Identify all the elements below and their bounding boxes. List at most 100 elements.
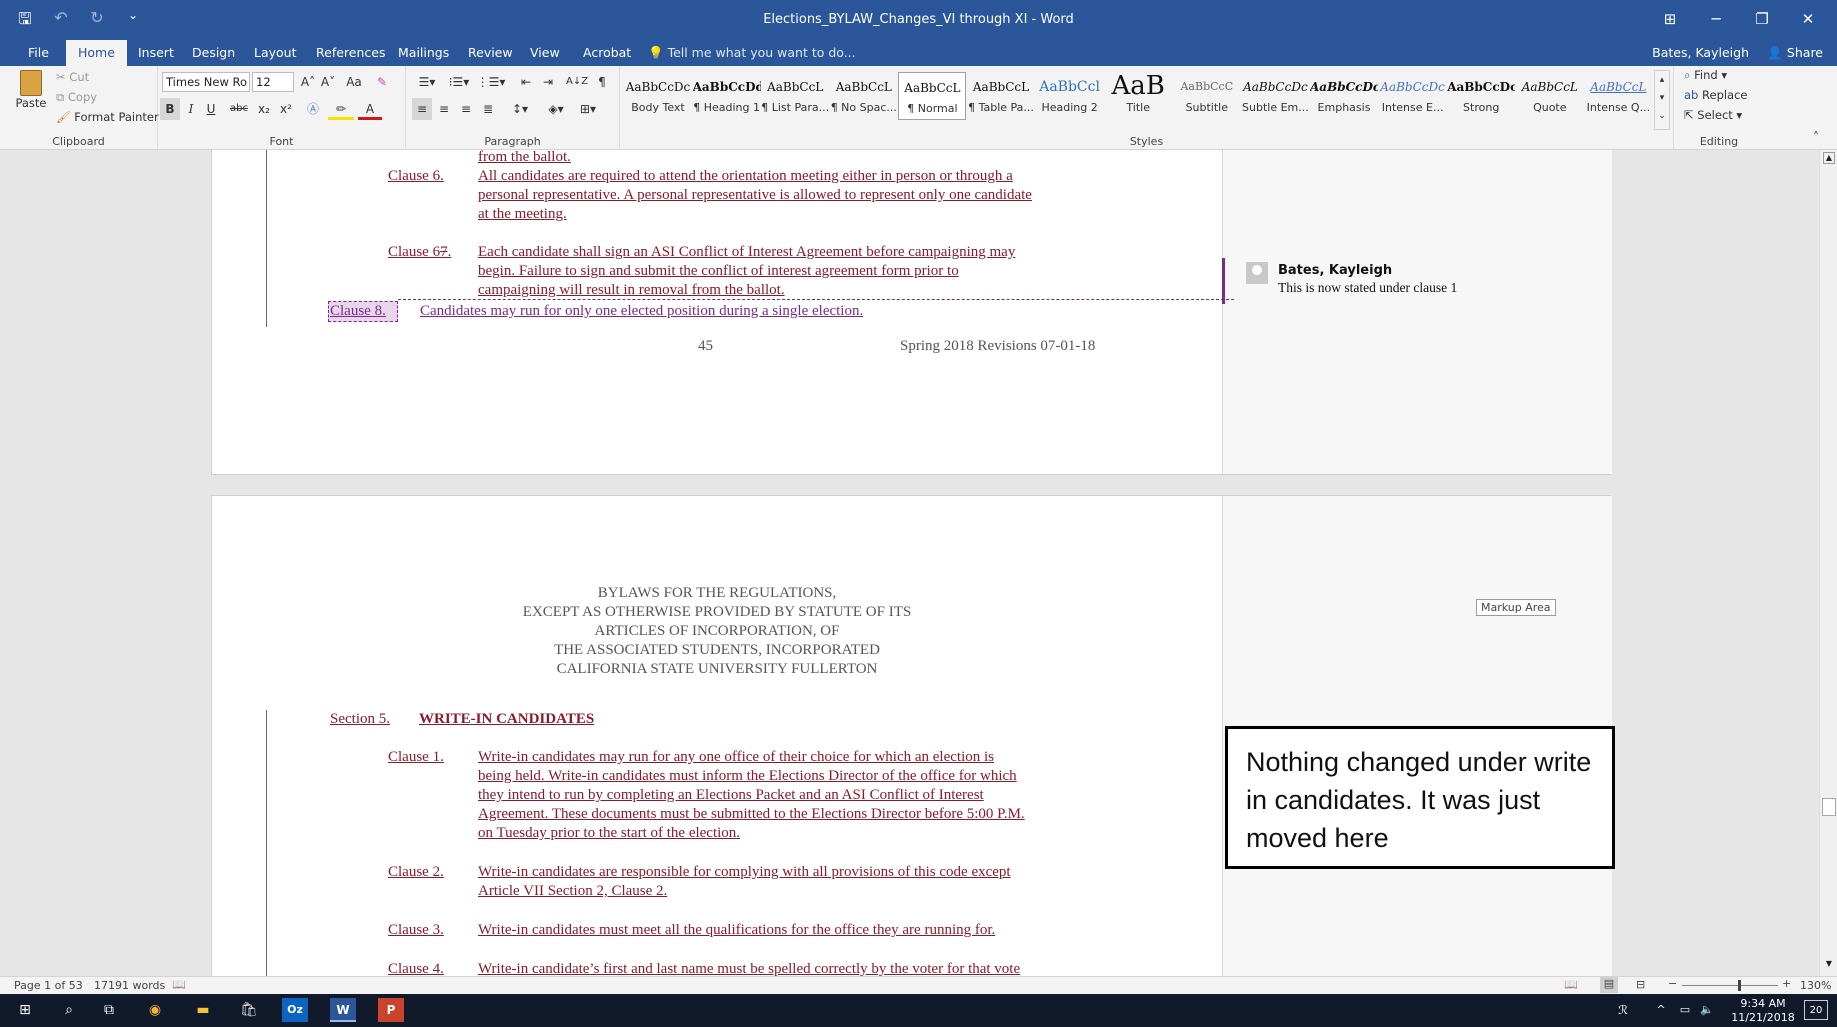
italic-button[interactable]: I <box>182 98 200 120</box>
style-tile[interactable]: AaBbCcL ¶ No Spac... <box>830 72 898 120</box>
tab-home[interactable]: Home <box>66 40 127 66</box>
file-explorer-icon[interactable]: ▬ <box>190 998 216 1022</box>
increase-indent-icon[interactable]: ⇥ <box>538 71 558 93</box>
proofing-icon[interactable]: 📖 <box>172 978 186 991</box>
find-button[interactable]: ⌕ Find ▾ <box>1684 68 1727 83</box>
sort-button[interactable]: A↓Z <box>566 71 588 93</box>
read-mode-icon[interactable]: 📖 <box>1564 978 1578 991</box>
vertical-scrollbar[interactable]: ▲ ▼ <box>1819 150 1837 976</box>
system-clock[interactable]: 9:34 AM 11/21/2018 <box>1728 997 1798 1025</box>
style-tile[interactable]: AaBbCcl Heading 2 <box>1036 72 1104 120</box>
style-tile[interactable]: AaBbCcL Quote <box>1516 72 1584 120</box>
zoom-slider-thumb[interactable] <box>1737 980 1741 991</box>
change-case-button[interactable]: Aa <box>342 71 366 93</box>
style-tile[interactable]: AaB Title <box>1104 72 1172 120</box>
style-tile[interactable]: AaBbCcDd ¶ Heading 1 <box>693 72 761 120</box>
style-tile[interactable]: AaBbCcL ¶ List Para... <box>761 72 829 120</box>
align-left-icon[interactable]: ≡ <box>412 98 432 120</box>
user-account[interactable]: Bates, Kayleigh <box>1652 40 1749 66</box>
tab-insert[interactable]: Insert <box>126 40 186 66</box>
font-color-button[interactable]: A <box>358 98 382 120</box>
web-layout-icon[interactable]: ⊟ <box>1636 978 1645 991</box>
action-center-icon[interactable]: 20 <box>1804 1000 1828 1020</box>
scroll-down-arrow[interactable]: ▼ <box>1823 958 1835 970</box>
tab-mailings[interactable]: Mailings <box>386 40 461 66</box>
people-icon[interactable]: ℛ <box>1610 998 1636 1022</box>
chrome-icon[interactable]: ◉ <box>142 998 168 1022</box>
style-tile[interactable]: AaBbCcDc Strong <box>1447 72 1515 120</box>
document-page-45[interactable]: from the ballot. Clause 6. All candidate… <box>211 150 1612 475</box>
shrink-font-button[interactable]: A˅ <box>318 71 338 93</box>
outlook-icon[interactable]: Oz <box>282 998 308 1022</box>
tab-layout[interactable]: Layout <box>242 40 309 66</box>
scroll-up-arrow[interactable]: ▲ <box>1823 152 1835 164</box>
comment-balloon[interactable]: Bates, Kayleigh This is now stated under… <box>1222 258 1612 304</box>
document-page-46[interactable]: BYLAWS FOR THE REGULATIONS, EXCEPT AS OT… <box>211 495 1615 976</box>
text-effects-icon[interactable]: Ⓐ <box>302 98 324 120</box>
word-icon[interactable]: W <box>330 998 356 1022</box>
style-tile[interactable]: AaBbCcDc Body Text <box>624 72 692 120</box>
word-count[interactable]: 17191 words <box>94 979 165 992</box>
cut-button[interactable]: ✂ Cut <box>56 70 89 84</box>
replace-button[interactable]: ab Replace <box>1684 88 1748 102</box>
maximize-button[interactable]: ❐ <box>1739 4 1785 34</box>
windows-start-icon[interactable]: ⊞ <box>12 998 38 1022</box>
highlight-color-icon[interactable]: ✏ <box>328 98 354 120</box>
underline-button[interactable]: U <box>202 98 220 120</box>
tab-acrobat[interactable]: Acrobat <box>571 40 643 66</box>
shading-icon[interactable]: ◈▾ <box>542 98 570 120</box>
tab-review[interactable]: Review <box>456 40 525 66</box>
style-tile[interactable]: AaBbCcL ¶ Table Pa... <box>967 72 1035 120</box>
page-count[interactable]: Page 1 of 53 <box>14 979 83 992</box>
style-tile[interactable]: AaBbCcDc Subtle Em... <box>1241 72 1309 120</box>
font-family-select[interactable]: Times New Ro <box>162 72 250 92</box>
powerpoint-icon[interactable]: P <box>378 998 404 1022</box>
font-size-select[interactable]: 12 <box>252 72 294 92</box>
ribbon-display-options-icon[interactable]: ⊞ <box>1647 4 1693 34</box>
task-view-icon[interactable]: ⧉ <box>96 998 122 1022</box>
scroll-thumb[interactable] <box>1822 798 1836 816</box>
tell-me-search[interactable]: 💡 Tell me what you want to do... <box>648 40 856 66</box>
align-right-icon[interactable]: ≡ <box>456 98 476 120</box>
document-canvas[interactable]: from the ballot. Clause 6. All candidate… <box>0 150 1819 976</box>
search-icon[interactable]: ⌕ <box>56 998 82 1022</box>
show-formatting-button[interactable]: ¶ <box>592 71 612 93</box>
tab-file[interactable]: File <box>16 40 61 66</box>
decrease-indent-icon[interactable]: ⇤ <box>516 71 536 93</box>
multilevel-list-icon[interactable]: ⋮☰▾ <box>476 71 506 93</box>
style-tile[interactable]: AaBbCcDc Intense E... <box>1379 72 1447 120</box>
grow-font-button[interactable]: A˄ <box>298 71 318 93</box>
tray-chevron-icon[interactable]: ^ <box>1648 998 1674 1022</box>
zoom-level[interactable]: 130% <box>1800 979 1831 992</box>
justify-icon[interactable]: ≣ <box>478 98 498 120</box>
tab-design[interactable]: Design <box>180 40 247 66</box>
format-painter-button[interactable]: 🖌 Format Painter <box>56 110 159 124</box>
collapse-ribbon-icon[interactable]: ˄ <box>1806 126 1826 148</box>
numbering-icon[interactable]: ⁝☰▾ <box>444 71 474 93</box>
bullets-icon[interactable]: ☰▾ <box>412 71 442 93</box>
store-icon[interactable]: 🛍 <box>236 998 262 1022</box>
styles-gallery-scroll[interactable]: ▴ ▾ ⌄ <box>1654 70 1670 130</box>
clear-formatting-icon[interactable]: ✎ <box>372 71 392 93</box>
paste-button[interactable]: Paste <box>14 70 48 114</box>
share-button[interactable]: 👤 Share <box>1767 40 1823 66</box>
zoom-in-button[interactable]: + <box>1782 977 1791 990</box>
volume-icon[interactable]: 🔈 <box>1694 998 1720 1022</box>
style-tile[interactable]: AaBbCcL Intense Q... <box>1584 72 1652 120</box>
minimize-button[interactable]: ─ <box>1693 4 1739 34</box>
print-layout-icon[interactable]: ▤ <box>1600 977 1618 993</box>
zoom-out-button[interactable]: − <box>1668 977 1677 990</box>
strikethrough-button[interactable]: abc <box>226 98 252 120</box>
align-center-icon[interactable]: ≡ <box>434 98 454 120</box>
close-button[interactable]: ✕ <box>1785 4 1831 34</box>
select-button[interactable]: ⇱ Select ▾ <box>1684 108 1742 122</box>
superscript-button[interactable]: x² <box>276 98 296 120</box>
copy-button[interactable]: ⧉ Copy <box>56 90 97 105</box>
line-spacing-icon[interactable]: ↕▾ <box>506 98 534 120</box>
bold-button[interactable]: B <box>160 98 180 120</box>
style-tile[interactable]: AaBbCcDc Emphasis <box>1310 72 1378 120</box>
style-tile[interactable]: AaBbCcC Subtitle <box>1173 72 1241 120</box>
borders-icon[interactable]: ⊞▾ <box>574 98 602 120</box>
zoom-slider[interactable] <box>1682 980 1778 991</box>
style-tile[interactable]: AaBbCcL ¶ Normal <box>898 72 967 120</box>
